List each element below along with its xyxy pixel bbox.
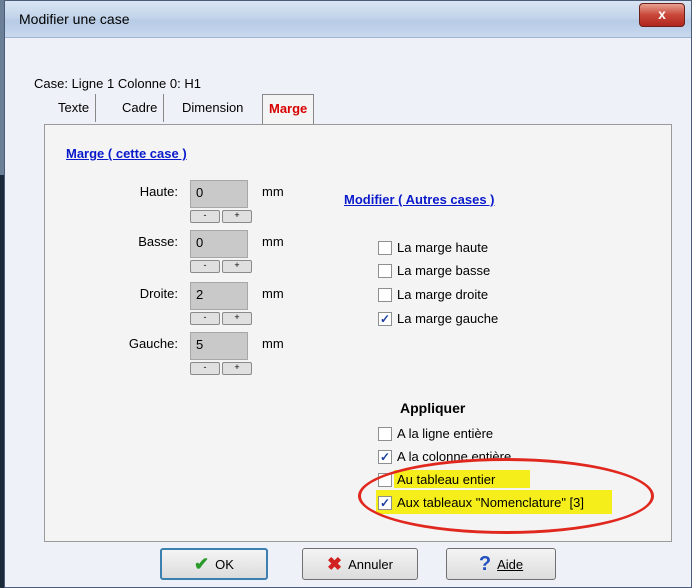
checkbox-marge-droite[interactable]: La marge droite	[378, 287, 488, 302]
checkbox-box[interactable]	[378, 287, 392, 302]
tab-cadre[interactable]: Cadre	[116, 94, 165, 122]
help-button[interactable]: ? Aide	[446, 548, 556, 580]
increment-button[interactable]: +	[222, 260, 252, 273]
unit-gauche: mm	[262, 336, 284, 351]
checkbox-box[interactable]	[378, 263, 392, 278]
checkbox-box[interactable]	[378, 240, 392, 255]
checkbox-box-checked[interactable]: ✓	[378, 449, 392, 464]
ok-label: OK	[215, 556, 234, 572]
checkbox-label: La marge droite	[397, 287, 489, 302]
increment-button[interactable]: +	[222, 210, 252, 223]
apply-section-title: Appliquer	[400, 400, 466, 416]
cancel-button[interactable]: ✖ Annuler	[302, 548, 418, 580]
tab-marge[interactable]: Marge	[262, 94, 315, 125]
close-button[interactable]: x	[639, 3, 685, 27]
checkbox-label: La marge gauche	[397, 311, 499, 326]
cancel-x-icon: ✖	[327, 553, 343, 574]
input-gauche[interactable]: 5	[190, 332, 248, 360]
decrement-button[interactable]: -	[190, 210, 220, 223]
stepper-haute: - +	[190, 210, 252, 223]
stepper-basse: - +	[190, 260, 252, 273]
checkbox-ligne-entiere[interactable]: A la ligne entière	[378, 426, 493, 441]
checkbox-label: A la ligne entière	[397, 426, 494, 441]
label-basse: Basse:	[138, 234, 178, 249]
cancel-label: Annuler	[348, 556, 393, 572]
checkbox-box-checked[interactable]: ✓	[378, 311, 392, 326]
increment-button[interactable]: +	[222, 312, 252, 325]
checkbox-marge-basse[interactable]: La marge basse	[378, 263, 490, 278]
tab-dimension[interactable]: Dimension	[176, 94, 249, 122]
modify-section-title[interactable]: Modifier ( Autres cases )	[344, 192, 495, 207]
window-title: Modifier une case	[19, 11, 130, 27]
input-basse[interactable]: 0	[190, 230, 248, 258]
label-haute: Haute:	[139, 184, 178, 199]
stepper-droite: - +	[190, 312, 252, 325]
checkbox-label: La marge haute	[397, 240, 489, 255]
label-droite: Droite:	[139, 286, 178, 301]
case-info: Case: Ligne 1 Colonne 0: H1	[34, 76, 201, 91]
close-icon: x	[658, 6, 666, 22]
margin-section-title[interactable]: Marge ( cette case )	[66, 146, 187, 161]
checkbox-marge-haute[interactable]: La marge haute	[378, 240, 488, 255]
input-droite[interactable]: 2	[190, 282, 248, 310]
checkbox-label: La marge basse	[397, 263, 491, 278]
tab-texte[interactable]: Texte	[52, 94, 97, 122]
unit-droite: mm	[262, 286, 284, 301]
annotation-ellipse	[358, 458, 654, 534]
checkmark-icon: ✔	[194, 553, 210, 574]
help-label: Aide	[497, 556, 524, 572]
checkbox-box[interactable]	[378, 426, 392, 441]
stepper-gauche: - +	[190, 362, 252, 375]
title-bar: Modifier une case x	[5, 1, 691, 38]
decrement-button[interactable]: -	[190, 362, 220, 375]
input-haute[interactable]: 0	[190, 180, 248, 208]
increment-button[interactable]: +	[222, 362, 252, 375]
decrement-button[interactable]: -	[190, 312, 220, 325]
label-gauche: Gauche:	[128, 336, 178, 351]
unit-basse: mm	[262, 234, 284, 249]
ok-button[interactable]: ✔ OK	[160, 548, 268, 580]
decrement-button[interactable]: -	[190, 260, 220, 273]
checkbox-marge-gauche[interactable]: ✓ La marge gauche	[378, 311, 498, 326]
help-question-icon: ?	[478, 552, 492, 575]
unit-haute: mm	[262, 184, 284, 199]
